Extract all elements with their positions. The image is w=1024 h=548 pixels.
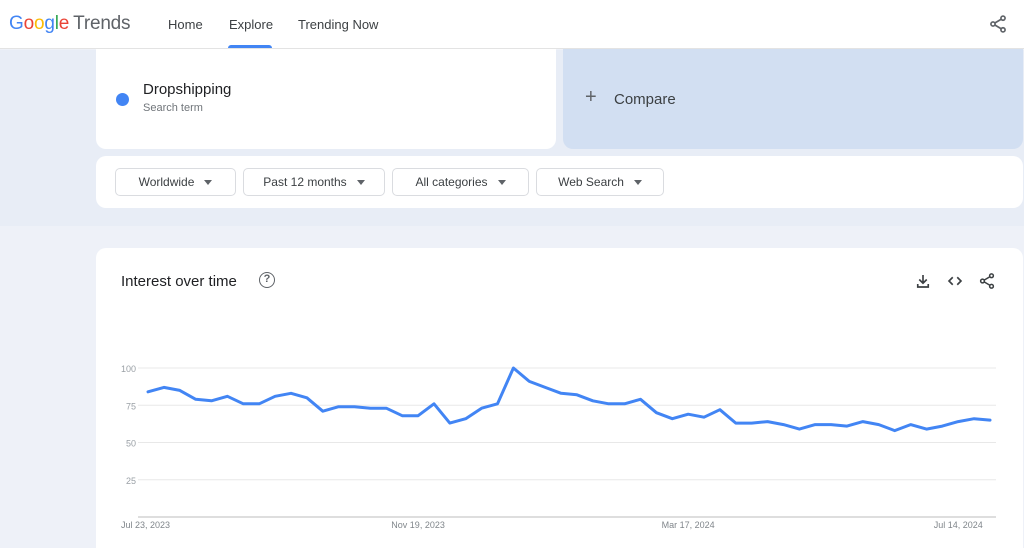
data-point[interactable] xyxy=(380,402,392,414)
data-point[interactable] xyxy=(762,416,774,428)
term-color-dot xyxy=(116,93,129,106)
data-point[interactable] xyxy=(158,381,170,393)
data-point[interactable] xyxy=(587,395,599,407)
data-point[interactable] xyxy=(936,420,948,432)
data-point[interactable] xyxy=(650,407,662,419)
data-point[interactable] xyxy=(873,419,885,431)
data-point[interactable] xyxy=(492,398,504,410)
data-point[interactable] xyxy=(174,384,186,396)
share-icon[interactable] xyxy=(988,14,1008,34)
filter-location-label: Worldwide xyxy=(138,175,195,189)
data-point[interactable] xyxy=(905,419,917,431)
compare-button[interactable]: + Compare xyxy=(563,49,1023,149)
filter-search-type[interactable]: Web Search xyxy=(536,168,664,196)
data-point[interactable] xyxy=(301,392,313,404)
data-point[interactable] xyxy=(221,390,233,402)
data-point[interactable] xyxy=(460,413,472,425)
data-point[interactable] xyxy=(190,393,202,405)
filter-location[interactable]: Worldwide xyxy=(115,168,236,196)
data-point[interactable] xyxy=(571,389,583,401)
data-point[interactable] xyxy=(809,419,821,431)
data-point[interactable] xyxy=(396,410,408,422)
nav-explore[interactable]: Explore xyxy=(229,17,273,32)
search-term-card[interactable]: Dropshipping Search term xyxy=(96,49,556,149)
data-point[interactable] xyxy=(952,416,964,428)
data-point[interactable] xyxy=(253,398,265,410)
y-tick-label: 75 xyxy=(126,401,136,411)
data-point[interactable] xyxy=(682,408,694,420)
search-term-name[interactable]: Dropshipping xyxy=(143,81,231,98)
data-point[interactable] xyxy=(237,398,249,410)
logo-letter: g xyxy=(44,13,55,34)
filter-time-range[interactable]: Past 12 months xyxy=(243,168,385,196)
interest-over-time-card: Interest over time ? 25 50 75 100 Jul 23, 2… xyxy=(96,248,1023,548)
data-point[interactable] xyxy=(555,387,567,399)
logo-product-name: Trends xyxy=(73,13,131,34)
dropdown-caret-icon xyxy=(356,179,365,185)
data-point[interactable] xyxy=(364,402,376,414)
data-point[interactable] xyxy=(714,404,726,416)
filter-category-label: All categories xyxy=(415,175,488,189)
data-point[interactable] xyxy=(746,417,758,429)
data-point[interactable] xyxy=(269,390,281,402)
data-point[interactable] xyxy=(523,375,535,387)
data-point[interactable] xyxy=(889,425,901,437)
y-tick-label: 25 xyxy=(126,476,136,486)
data-point[interactable] xyxy=(444,417,456,429)
data-point[interactable] xyxy=(857,416,869,428)
data-point[interactable] xyxy=(777,419,789,431)
google-trends-logo[interactable]: Google Trends xyxy=(9,13,131,35)
nav-home[interactable]: Home xyxy=(168,17,203,32)
data-point[interactable] xyxy=(984,414,996,426)
data-point[interactable] xyxy=(634,393,646,405)
dropdown-caret-icon xyxy=(633,179,642,185)
data-point[interactable] xyxy=(619,398,631,410)
filter-time-range-label: Past 12 months xyxy=(263,175,347,189)
data-point[interactable] xyxy=(476,402,488,414)
active-tab-indicator xyxy=(228,45,272,48)
data-point[interactable] xyxy=(698,411,710,423)
plus-icon: + xyxy=(585,86,597,108)
data-point[interactable] xyxy=(920,423,932,435)
top-header: Google Trends Home Explore Trending Now xyxy=(0,0,1024,49)
nav-trending-now[interactable]: Trending Now xyxy=(298,17,378,32)
dropdown-caret-icon xyxy=(204,179,213,185)
y-tick-label: 50 xyxy=(126,439,136,449)
data-point[interactable] xyxy=(666,413,678,425)
data-point[interactable] xyxy=(333,401,345,413)
data-point[interactable] xyxy=(142,386,154,398)
data-point[interactable] xyxy=(793,423,805,435)
data-point[interactable] xyxy=(412,410,424,422)
logo-letter: G xyxy=(9,13,24,34)
data-point[interactable] xyxy=(603,398,615,410)
data-point[interactable] xyxy=(317,405,329,417)
data-point[interactable] xyxy=(539,381,551,393)
x-tick-label: Jul 14, 2024 xyxy=(934,520,983,530)
data-point[interactable] xyxy=(428,398,440,410)
filter-bar: Worldwide Past 12 months All categories … xyxy=(96,156,1023,208)
data-point[interactable] xyxy=(968,413,980,425)
x-tick-label: Mar 17, 2024 xyxy=(662,520,715,530)
compare-label: Compare xyxy=(614,91,676,108)
dropdown-caret-icon xyxy=(497,179,506,185)
filter-category[interactable]: All categories xyxy=(392,168,529,196)
logo-letter: o xyxy=(33,13,45,34)
filter-search-type-label: Web Search xyxy=(558,175,624,189)
interest-line-chart[interactable]: 25 50 75 100 Jul 23, 2023 Nov 19, 2023 Mar 17… xyxy=(96,248,1023,548)
data-point[interactable] xyxy=(841,420,853,432)
y-tick-label: 100 xyxy=(121,364,136,374)
data-point[interactable] xyxy=(507,362,519,374)
data-point[interactable] xyxy=(285,387,297,399)
data-point[interactable] xyxy=(349,401,361,413)
data-point[interactable] xyxy=(206,395,218,407)
search-term-type: Search term xyxy=(143,102,203,114)
x-tick-label: Jul 23, 2023 xyxy=(121,520,170,530)
logo-letter: o xyxy=(23,13,35,34)
logo-letter: e xyxy=(58,13,70,34)
data-point[interactable] xyxy=(825,419,837,431)
x-tick-label: Nov 19, 2023 xyxy=(391,520,445,530)
data-point[interactable] xyxy=(730,417,742,429)
